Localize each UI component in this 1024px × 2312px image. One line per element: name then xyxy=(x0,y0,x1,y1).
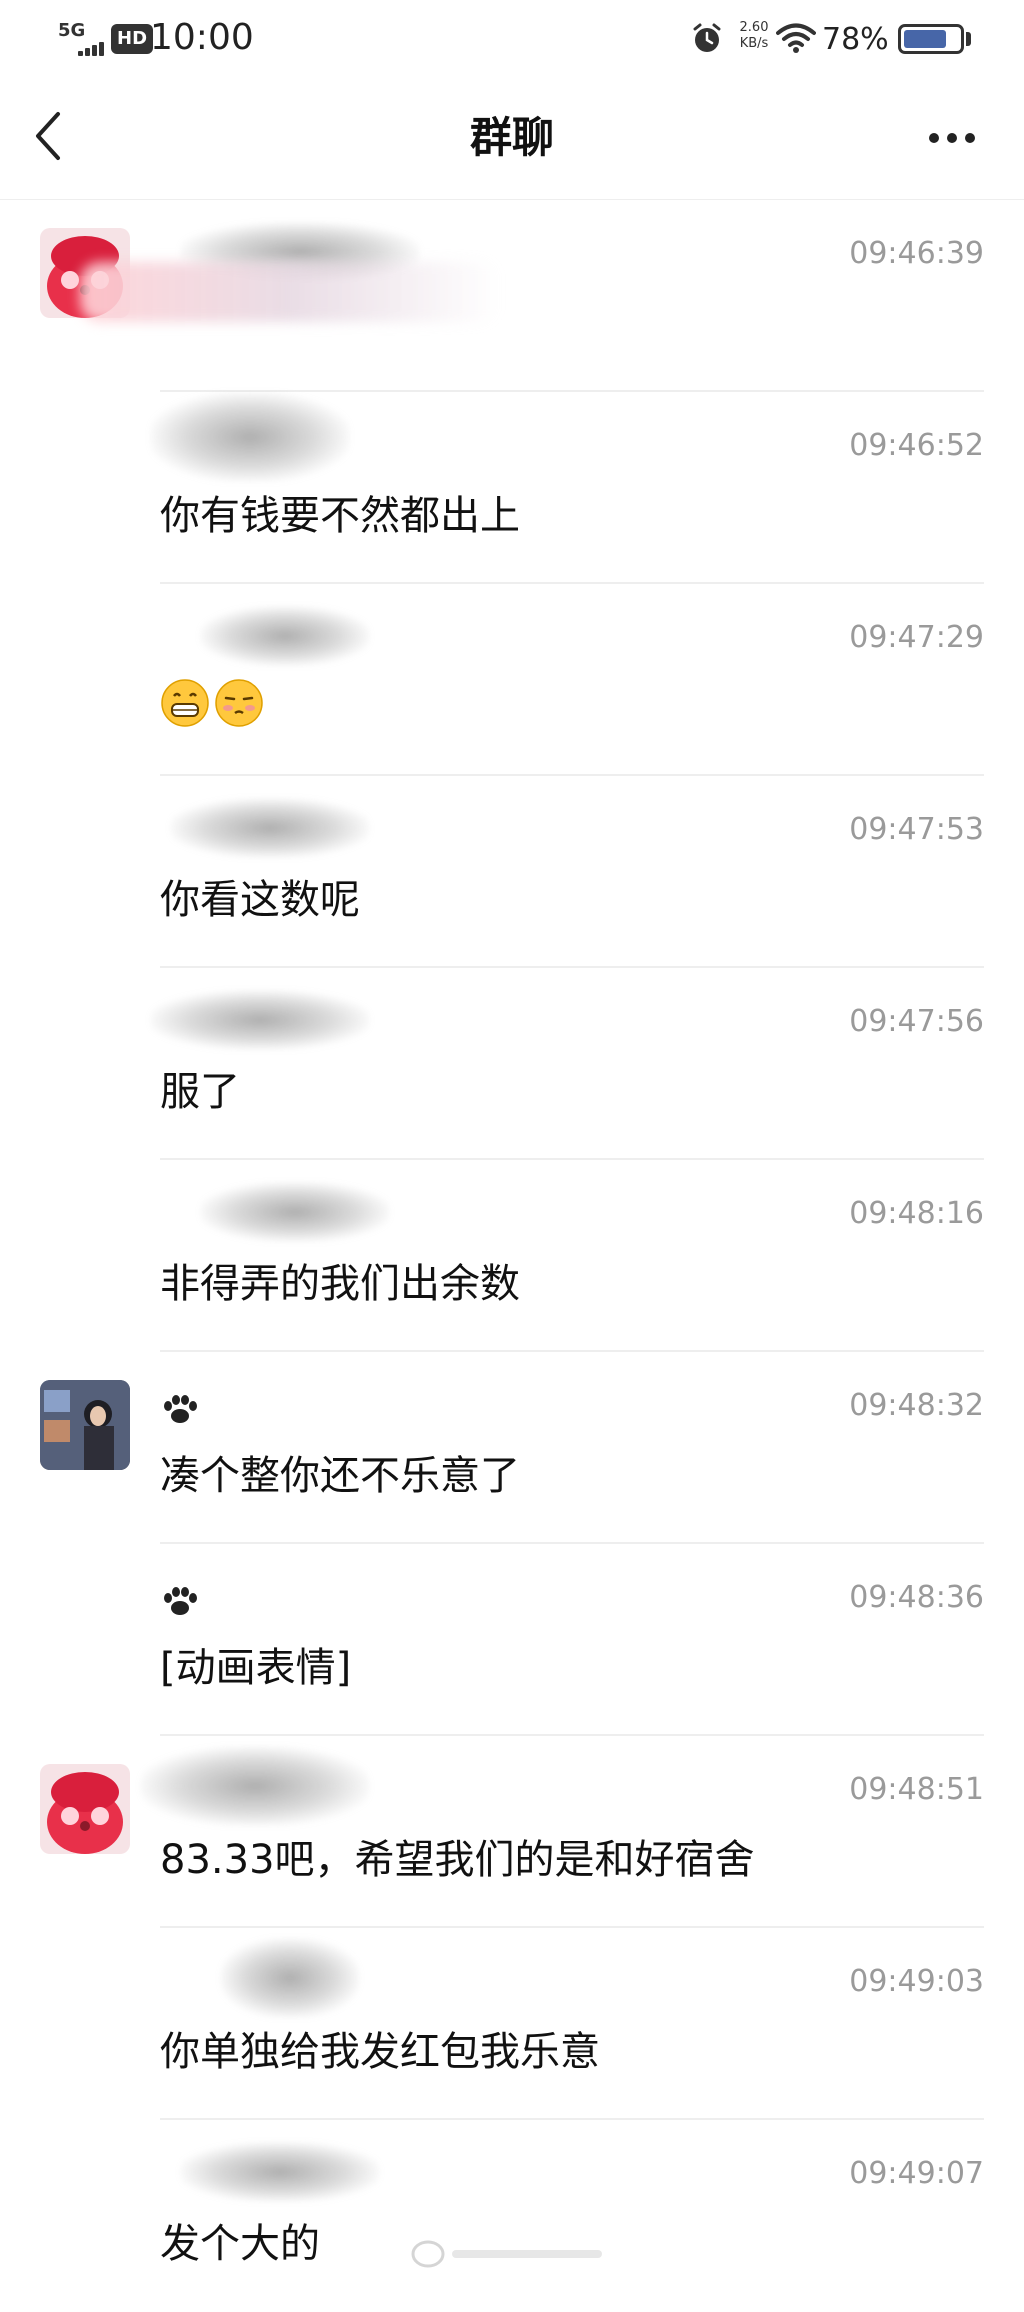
message-text[interactable]: 非得弄的我们出余数 xyxy=(160,1256,520,1312)
message-item: 09:47:56 服了 xyxy=(0,968,1024,1160)
battery-nub xyxy=(966,32,971,46)
network-speed: 2.60 KB/s xyxy=(730,20,778,52)
message-item: 09:48:36 [动画表情] xyxy=(0,1544,1024,1736)
message-emoji[interactable] xyxy=(160,678,264,734)
message-text[interactable]: 83.33吧，希望我们的是和好宿舍 xyxy=(160,1832,755,1888)
message-time: 09:46:39 xyxy=(849,236,984,271)
message-text[interactable]: 凑个整你还不乐意了 xyxy=(160,1448,520,1504)
photo-avatar-icon xyxy=(40,1380,130,1470)
sender-name-blur xyxy=(220,1938,360,2018)
sender-name-blur xyxy=(170,798,370,858)
message-item: 09:49:03 你单独给我发红包我乐意 xyxy=(0,1928,1024,2120)
message-text[interactable]: [动画表情] xyxy=(160,1640,351,1696)
message-time: 09:48:36 xyxy=(849,1580,984,1615)
message-item: 09:48:51 83.33吧，希望我们的是和好宿舍 xyxy=(0,1736,1024,1928)
network-speed-unit: KB/s xyxy=(739,36,769,51)
message-text[interactable]: 你看这数呢 xyxy=(160,872,360,928)
sender-name-blur xyxy=(140,1746,370,1826)
message-time: 09:46:52 xyxy=(849,428,984,463)
message-text[interactable]: 你有钱要不然都出上 xyxy=(160,488,520,544)
message-time: 09:48:32 xyxy=(849,1388,984,1423)
more-options-button[interactable] xyxy=(922,116,982,160)
message-time: 09:49:03 xyxy=(849,1964,984,1999)
more-dot xyxy=(947,133,957,143)
message-item: 09:46:39 xyxy=(0,200,1024,392)
battery-percent: 78% xyxy=(822,22,889,57)
message-item: 09:47:29 xyxy=(0,584,1024,776)
plush-avatar-icon xyxy=(40,1764,130,1854)
paw-icon xyxy=(164,1395,197,1423)
message-item: 09:47:53 你看这数呢 xyxy=(0,776,1024,968)
wifi-icon xyxy=(776,23,816,53)
alarm-icon xyxy=(693,23,721,52)
message-text[interactable]: 你单独给我发红包我乐意 xyxy=(160,2024,600,2080)
more-dot xyxy=(965,133,975,143)
message-blur xyxy=(80,262,500,322)
sender-name-blur xyxy=(150,990,370,1050)
sender-name-blur xyxy=(150,392,350,482)
watermark-icon xyxy=(411,2240,602,2268)
message-time: 09:49:07 xyxy=(849,2156,984,2191)
grinning-face-emoji-icon xyxy=(161,679,209,727)
hd-badge: HD xyxy=(111,24,154,54)
message-item: 09:46:52 你有钱要不然都出上 xyxy=(0,392,1024,584)
network-speed-value: 2.60 xyxy=(739,20,769,35)
avatar[interactable] xyxy=(40,1380,130,1470)
more-horizontal-icon xyxy=(929,133,939,143)
status-time: 10:00 xyxy=(150,17,254,58)
smirking-face-emoji-icon xyxy=(215,679,263,727)
network-type: 5G xyxy=(58,20,86,41)
message-time: 09:47:56 xyxy=(849,1004,984,1039)
message-text[interactable]: 服了 xyxy=(160,1064,240,1120)
battery-icon xyxy=(898,24,964,54)
nav-bar: 群聊 xyxy=(0,80,1024,200)
sender-name-blur xyxy=(180,2142,380,2202)
paw-icon xyxy=(164,1587,197,1615)
sender-name-blur xyxy=(200,1182,390,1242)
battery-level-fill xyxy=(904,30,946,48)
message-text[interactable]: 发个大的 xyxy=(160,2216,320,2272)
message-item: 09:49:07 发个大的 xyxy=(0,2120,1024,2312)
message-item: 09:48:32 凑个整你还不乐意了 xyxy=(0,1352,1024,1544)
message-time: 09:48:16 xyxy=(849,1196,984,1231)
message-time: 09:48:51 xyxy=(849,1772,984,1807)
message-time: 09:47:53 xyxy=(849,812,984,847)
sender-name-blur xyxy=(200,606,370,666)
page-title: 群聊 xyxy=(469,113,554,162)
message-item: 09:48:16 非得弄的我们出余数 xyxy=(0,1160,1024,1352)
status-bar: 5G HD 10:00 2.60 KB/s 78% xyxy=(0,0,1024,80)
signal-icon: 5G xyxy=(58,20,106,56)
avatar[interactable] xyxy=(40,1764,130,1854)
message-time: 09:47:29 xyxy=(849,620,984,655)
